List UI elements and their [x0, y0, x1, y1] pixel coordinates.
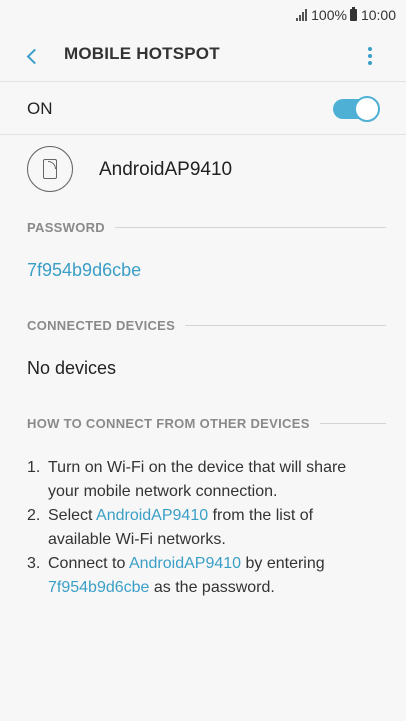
- network-name: AndroidAP9410: [99, 159, 233, 180]
- hotspot-phone-icon: [27, 146, 73, 192]
- connected-devices-section-header: CONNECTED DEVICES: [27, 317, 386, 333]
- more-vert-dot: [368, 54, 372, 58]
- connected-header-text: CONNECTED DEVICES: [27, 317, 176, 333]
- how-to-section-header: HOW TO CONNECT FROM OTHER DEVICES: [27, 415, 386, 431]
- network-name-row[interactable]: AndroidAP9410: [0, 140, 406, 198]
- password-value[interactable]: 7f954b9d6cbe: [27, 260, 141, 281]
- toggle-label: ON: [27, 99, 53, 118]
- page-title: MOBILE HOTSPOT: [64, 44, 220, 63]
- app-bar: MOBILE HOTSPOT: [0, 30, 406, 80]
- instructions-list: 1. Turn on Wi-Fi on the device that will…: [27, 456, 377, 600]
- clock: 10:00: [360, 7, 396, 23]
- instruction-step-3: 3. Connect to AndroidAP9410 by entering …: [27, 552, 377, 600]
- step-text-part: Connect to: [48, 555, 129, 572]
- back-button[interactable]: [18, 42, 46, 70]
- step-text: Turn on Wi-Fi on the device that will sh…: [48, 459, 347, 500]
- switch-thumb: [354, 96, 380, 122]
- step-text: Select AndroidAP9410 from the list of av…: [48, 504, 377, 552]
- battery-icon: [349, 7, 357, 21]
- more-options-button[interactable]: [356, 42, 384, 70]
- divider: [185, 324, 386, 326]
- network-name-link: AndroidAP9410: [96, 507, 209, 524]
- network-name-link: AndroidAP9410: [128, 555, 242, 572]
- password-section-header: PASSWORD: [27, 219, 386, 235]
- password-link: 7f954b9d6cbe: [48, 579, 150, 596]
- divider: [319, 422, 386, 424]
- step-number: 2.: [27, 507, 41, 524]
- how-to-header-text: HOW TO CONNECT FROM OTHER DEVICES: [27, 415, 310, 431]
- step-text: Connect to AndroidAP9410 by entering 7f9…: [48, 552, 377, 600]
- hotspot-toggle-row[interactable]: ON: [0, 81, 406, 135]
- back-arrow-icon: [26, 48, 42, 64]
- instruction-step-1: 1. Turn on Wi-Fi on the device that will…: [27, 456, 377, 504]
- step-text-part: as the password.: [149, 579, 275, 596]
- divider: [115, 226, 386, 228]
- status-bar: 100% 10:00: [0, 0, 406, 30]
- step-text-part: by entering: [241, 555, 325, 572]
- signal-icon: [295, 9, 308, 21]
- hotspot-switch[interactable]: [333, 96, 380, 122]
- connected-devices-value: No devices: [27, 358, 117, 378]
- more-vert-icon: [368, 47, 372, 51]
- step-text-part: Select: [48, 507, 97, 524]
- battery-percent: 100%: [311, 7, 347, 23]
- password-header-text: PASSWORD: [27, 219, 105, 235]
- instruction-step-2: 2. Select AndroidAP9410 from the list of…: [27, 504, 377, 552]
- more-vert-dot: [368, 61, 372, 65]
- step-number: 3.: [27, 555, 41, 572]
- step-number: 1.: [27, 459, 41, 476]
